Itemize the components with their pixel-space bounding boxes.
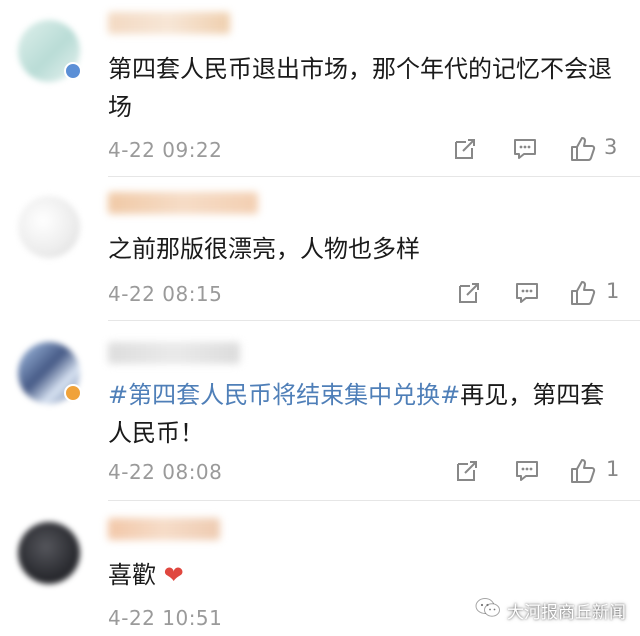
thumbs-up-icon[interactable] bbox=[568, 134, 598, 164]
like-count: 1 bbox=[606, 457, 620, 481]
divider bbox=[108, 500, 640, 501]
comment-text-body: 喜歡 bbox=[108, 561, 156, 589]
username[interactable] bbox=[108, 518, 220, 540]
comment-item: 第四套人民币退出市场，那个年代的记忆不会退场 4-22 09:22 3 bbox=[0, 0, 640, 177]
comment-actions: 1 bbox=[0, 278, 640, 308]
comment-icon[interactable] bbox=[512, 456, 542, 486]
like-count: 1 bbox=[606, 279, 620, 303]
thumbs-up-icon[interactable] bbox=[568, 278, 598, 308]
comment-icon[interactable] bbox=[510, 134, 540, 164]
comment-actions: 3 bbox=[0, 134, 640, 164]
thumbs-up-icon[interactable] bbox=[568, 456, 598, 486]
repost-icon[interactable] bbox=[450, 134, 480, 164]
comment-item: 之前那版很漂亮，人物也多样 4-22 08:15 1 bbox=[0, 178, 640, 321]
username[interactable] bbox=[108, 342, 240, 364]
comment-text: #第四套人民币将结束集中兑换#再见，第四套人民币！ bbox=[108, 376, 628, 452]
avatar[interactable] bbox=[18, 522, 80, 584]
comment-actions: 1 bbox=[0, 456, 640, 486]
verified-badge-icon bbox=[64, 62, 82, 80]
wechat-icon bbox=[475, 597, 501, 624]
watermark: 大河报商丘新闻 bbox=[475, 597, 626, 624]
heart-icon: ❤ bbox=[163, 561, 184, 589]
username[interactable] bbox=[108, 192, 258, 214]
username[interactable] bbox=[108, 12, 230, 34]
like-count: 3 bbox=[604, 135, 618, 159]
repost-icon[interactable] bbox=[452, 456, 482, 486]
topic-link[interactable]: #第四套人民币将结束集中兑换# bbox=[108, 381, 460, 409]
comment-time: 4-22 10:51 bbox=[108, 606, 223, 630]
comment-text: 之前那版很漂亮，人物也多样 bbox=[108, 235, 420, 263]
divider bbox=[108, 320, 640, 321]
comment-text: 喜歡 ❤ bbox=[108, 556, 628, 594]
comment-icon[interactable] bbox=[512, 278, 542, 308]
comment-item: #第四套人民币将结束集中兑换#再见，第四套人民币！ 4-22 08:08 1 bbox=[0, 322, 640, 502]
avatar[interactable] bbox=[18, 196, 80, 258]
repost-icon[interactable] bbox=[454, 278, 484, 308]
watermark-text: 大河报商丘新闻 bbox=[507, 603, 626, 623]
divider bbox=[108, 176, 640, 177]
verified-badge-icon bbox=[64, 384, 82, 402]
comment-text: 第四套人民币退出市场，那个年代的记忆不会退场 bbox=[108, 55, 612, 121]
